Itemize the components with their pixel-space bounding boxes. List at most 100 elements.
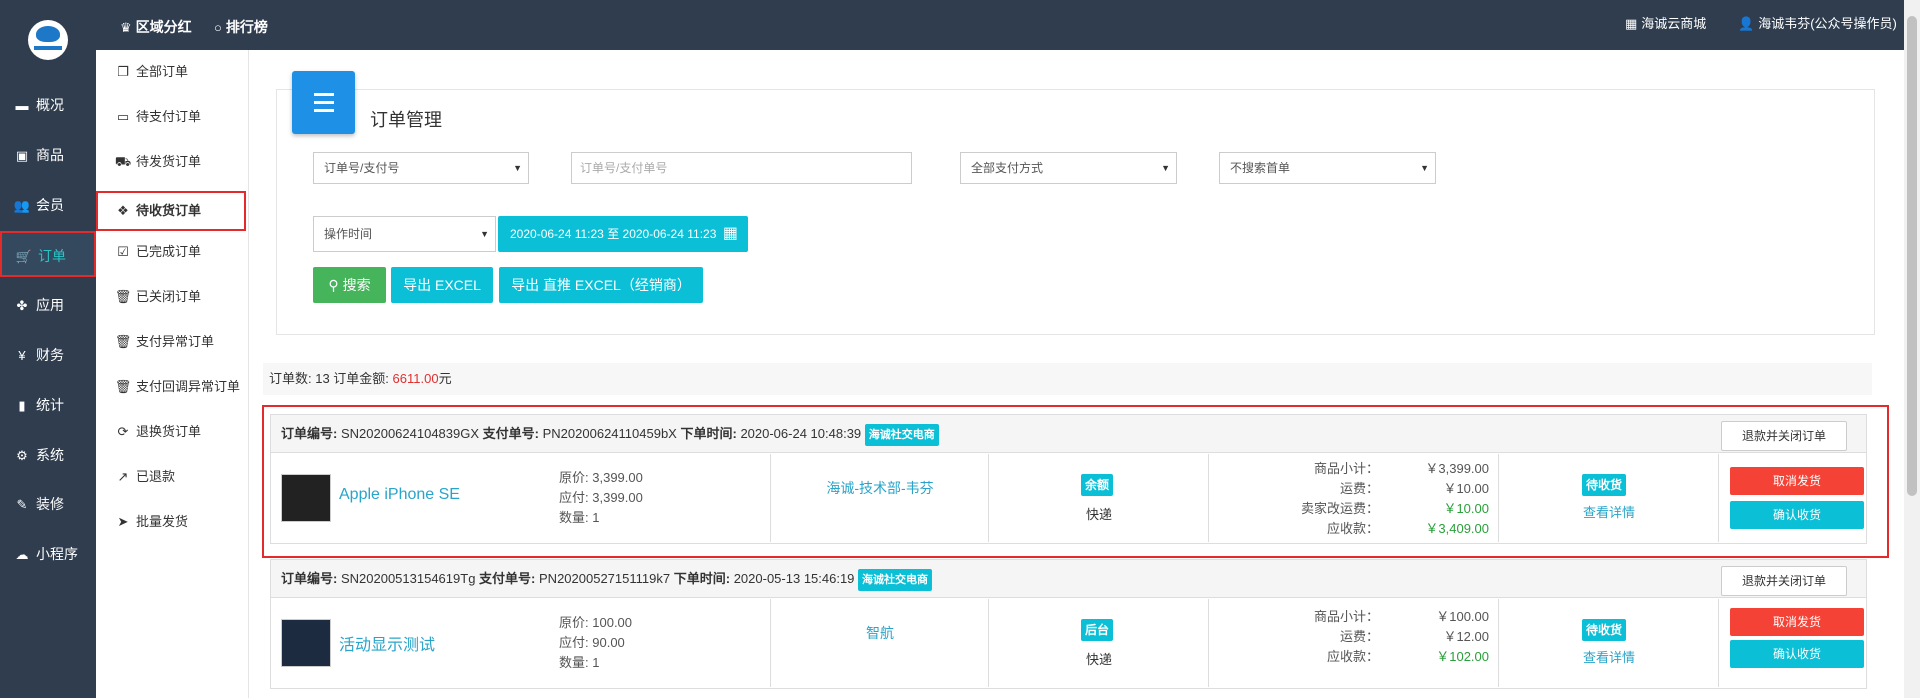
nav-stats[interactable]: ▮ 统计 — [0, 382, 96, 428]
cancel-shipment-button[interactable]: 取消发货 — [1730, 608, 1864, 636]
order-submenu: ❐ 全部订单 ▭ 待支付订单 ⛟ 待发货订单 ❖ 待收货订单 ☑ 已完成订单 🗑 已关闭订单… — [96, 50, 249, 698]
amount-values: ￥100.00 ￥12.00 ￥102.00 — [1436, 609, 1489, 664]
status-cell: 待收货 查看详情 — [1499, 454, 1719, 542]
first-order-select[interactable]: 不搜索首单 ▼ — [1219, 152, 1436, 184]
export-excel-button[interactable]: 导出 EXCEL — [391, 267, 493, 303]
nav-miniprogram[interactable]: ☁ 小程序 — [0, 531, 96, 577]
members-icon: 👥 — [13, 198, 31, 213]
trash-icon: 🗑 — [114, 289, 132, 304]
submenu-completed[interactable]: ☑ 已完成订单 — [96, 232, 248, 272]
submenu-callback-error[interactable]: 🗑 支付回调异常订单 — [96, 367, 248, 407]
status-cell: 待收货 查看详情 — [1499, 599, 1719, 687]
nav-decorate[interactable]: ✎ 装修 — [0, 481, 96, 527]
trophy-icon: ♛ — [120, 20, 132, 35]
product-name[interactable]: Apple iPhone SE — [339, 486, 460, 504]
pay-method-select[interactable]: 全部支付方式 ▼ — [960, 152, 1177, 184]
product-prices: 原价: 100.00 应付: 90.00 数量: 1 — [559, 615, 633, 670]
brand-logo[interactable] — [28, 20, 68, 60]
payment-cell: 后台 快递 — [989, 599, 1209, 687]
nav-system[interactable]: ⚙ 系统 — [0, 432, 96, 478]
copy-icon: ❐ — [117, 64, 129, 79]
status-badge: 待收货 — [1582, 474, 1627, 496]
trash-icon: 🗑 — [114, 334, 132, 349]
refund-close-button[interactable]: 退款并关闭订单 — [1721, 421, 1847, 451]
submenu-refunded[interactable]: ↗ 已退款 — [96, 457, 248, 497]
nav-goods[interactable]: ▣ 商品 — [0, 132, 96, 178]
order-header: 订单编号: SN20200624104839GX 支付单号: PN2020062… — [271, 415, 1866, 453]
product-image[interactable] — [281, 619, 331, 667]
amount-values: ￥3,399.00 ￥10.00 ￥10.00 ￥3,409.00 — [1425, 461, 1489, 536]
shop-tag: 海诚社交电商 — [864, 423, 939, 446]
amount-cell: 商品小计： 运费： 应收款： ￥100.00 ￥12.00 ￥102.00 — [1209, 599, 1499, 687]
confirm-receipt-button[interactable]: 确认收货 — [1730, 640, 1864, 668]
caret-down-icon: ▼ — [1420, 163, 1429, 173]
topbar-link-ranking[interactable]: ○ 排行榜 — [214, 0, 268, 50]
buyer-cell: 智航 — [771, 599, 989, 687]
topbar-user[interactable]: 👤 海诚韦芬(公众号操作员) — [1738, 0, 1897, 50]
calendar-icon: ▦ — [722, 225, 738, 242]
submenu-batch-ship[interactable]: ➤ 批量发货 — [96, 502, 248, 542]
nav-orders[interactable]: 🛒 订单 — [0, 231, 96, 277]
menu-icon — [292, 71, 355, 134]
buyer-cell: 海诚-技术部-韦芬 — [771, 454, 989, 542]
truck-icon: ⛟ — [114, 154, 132, 169]
view-detail-link[interactable]: 查看详情 — [1499, 647, 1719, 666]
caret-down-icon: ▼ — [1161, 163, 1170, 173]
topbar-link-mall[interactable]: ▦ 海诚云商城 — [1625, 0, 1706, 50]
product-name[interactable]: 活动显示测试 — [339, 631, 435, 655]
order-number-input[interactable]: 订单号/支付单号 — [571, 152, 912, 184]
miniprogram-icon: ☁ — [15, 547, 29, 562]
cart-icon: 🛒 — [15, 249, 33, 264]
submenu-pending-payment[interactable]: ▭ 待支付订单 — [96, 97, 248, 137]
card-icon: ▭ — [116, 109, 130, 124]
search-button[interactable]: ⚲ 搜索 — [313, 267, 386, 303]
nav-overview[interactable]: ▬ 概况 — [0, 82, 96, 128]
buyer-link[interactable]: 海诚-技术部-韦芬 — [771, 478, 989, 498]
nav-members[interactable]: 👥 会员 — [0, 182, 96, 228]
ship-method: 快递 — [1085, 507, 1112, 522]
caret-down-icon: ▼ — [480, 229, 489, 239]
external-link-icon: ↗ — [117, 469, 129, 484]
amount-labels: 商品小计： 运费： 卖家改运费： 应收款： — [1300, 461, 1379, 536]
refund-close-button[interactable]: 退款并关闭订单 — [1721, 566, 1847, 596]
submenu-pending-shipment[interactable]: ⛟ 待发货订单 — [96, 142, 248, 182]
submenu-returns[interactable]: ⟳ 退换货订单 — [96, 412, 248, 452]
goods-icon: ▣ — [15, 148, 29, 163]
stats-icon: ▮ — [18, 398, 26, 413]
product-cell: 活动显示测试 原价: 100.00 应付: 90.00 数量: 1 — [271, 599, 771, 687]
payment-cell: 余额 快递 — [989, 454, 1209, 542]
product-cell: Apple iPhone SE 原价: 3,399.00 应付: 3,399.0… — [271, 454, 771, 542]
system-icon: ⚙ — [16, 448, 28, 463]
buyer-link[interactable]: 智航 — [771, 623, 989, 643]
overview-icon: ▬ — [15, 98, 29, 113]
export-direct-excel-button[interactable]: 导出 直推 EXCEL（经销商） — [499, 267, 703, 303]
top-bar: ♛ 区域分红 ○ 排行榜 ▦ 海诚云商城 👤 海诚韦芬(公众号操作员) — [0, 0, 1904, 50]
submenu-all-orders[interactable]: ❐ 全部订单 — [96, 52, 248, 92]
page-title: 订单管理 — [370, 110, 442, 130]
amount-labels: 商品小计： 运费： 应收款： — [1313, 609, 1379, 664]
decorate-icon: ✎ — [16, 497, 28, 512]
status-badge: 待收货 — [1582, 619, 1627, 641]
nav-finance[interactable]: ¥ 财务 — [0, 332, 96, 378]
confirm-receipt-button[interactable]: 确认收货 — [1730, 501, 1864, 529]
order-type-select[interactable]: 订单号/支付号 ▼ — [313, 152, 529, 184]
product-prices: 原价: 3,399.00 应付: 3,399.00 数量: 1 — [559, 470, 643, 525]
order-summary: 订单数: 13 订单金额: 6611.00元 — [263, 363, 1872, 395]
user-icon: 👤 — [1738, 16, 1755, 31]
submenu-payment-error[interactable]: 🗑 支付异常订单 — [96, 322, 248, 362]
cancel-shipment-button[interactable]: 取消发货 — [1730, 467, 1864, 495]
ship-method: 快递 — [1085, 652, 1112, 667]
view-detail-link[interactable]: 查看详情 — [1499, 502, 1719, 521]
order-card: 订单编号: SN20200513154619Tg 支付单号: PN2020052… — [270, 559, 1867, 689]
order-header: 订单编号: SN20200513154619Tg 支付单号: PN2020052… — [271, 560, 1866, 598]
check-square-icon: ☑ — [117, 244, 129, 259]
product-image[interactable] — [281, 474, 331, 522]
submenu-closed[interactable]: 🗑 已关闭订单 — [96, 277, 248, 317]
dropbox-icon: ❖ — [117, 203, 129, 218]
submenu-pending-receipt[interactable]: ❖ 待收货订单 — [96, 191, 246, 231]
time-type-select[interactable]: 操作时间 ▼ — [313, 216, 496, 252]
page-scrollbar[interactable] — [1904, 0, 1920, 698]
nav-apps[interactable]: ✤ 应用 — [0, 282, 96, 328]
topbar-link-region-bonus[interactable]: ♛ 区域分红 — [120, 0, 192, 50]
date-range-picker[interactable]: 2020-06-24 11:23 至 2020-06-24 11:23 ▦ — [498, 216, 748, 252]
